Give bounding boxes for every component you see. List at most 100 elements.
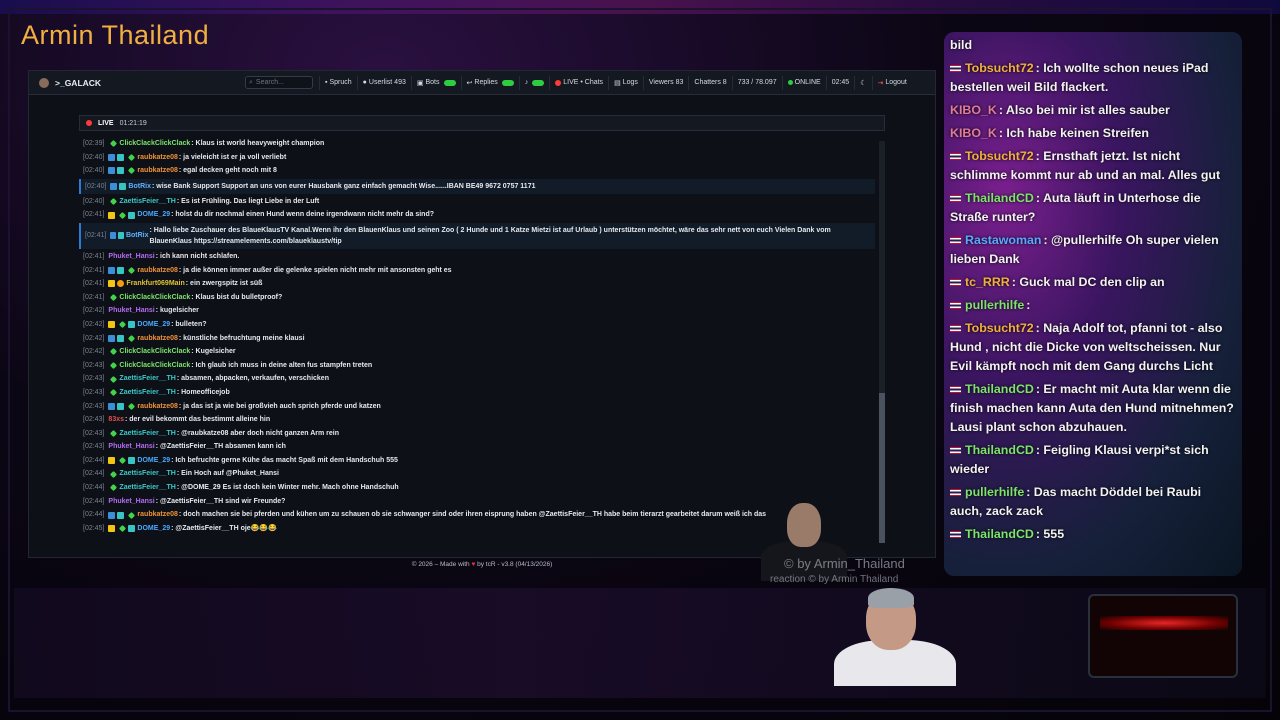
logout-button[interactable]: ⇥ Logout: [871, 75, 912, 90]
message-username[interactable]: ClickClackClickClack: [119, 359, 190, 373]
message-username[interactable]: ZaettisFeier__TH: [119, 386, 175, 400]
green-badge-icon: [128, 153, 136, 161]
nav-bots-toggle[interactable]: ▣ Bots: [410, 75, 461, 90]
message-username[interactable]: ClickClackClickClack: [119, 137, 190, 151]
nav-spruch-button[interactable]: ▪ Spruch: [319, 75, 357, 90]
message-username[interactable]: raubkatze08: [137, 164, 177, 178]
message-username[interactable]: 83xs: [108, 413, 124, 427]
message-timestamp: [02:39]: [83, 140, 105, 147]
avatar[interactable]: [39, 77, 49, 88]
side-chat-username: ThailandCD: [965, 382, 1034, 396]
message-username[interactable]: BotRix: [126, 230, 149, 241]
message-timestamp: [02:40]: [83, 153, 105, 161]
message-username[interactable]: ZaettisFeier__TH: [119, 372, 175, 386]
bot-message-row: [02:41] BotRix: Hallo liebe Zuschauer des…: [79, 222, 875, 249]
message-username[interactable]: Phuket_Hansi: [108, 304, 154, 318]
chat-message-row: [02:41] raubkatze08: ja die können immer …: [79, 264, 875, 278]
nav-viewers: Viewers 83: [642, 75, 689, 90]
teal-badge-icon: [128, 525, 136, 533]
green-badge-icon: [110, 140, 118, 148]
replies-switch[interactable]: [501, 79, 514, 86]
side-chat-overlay: bild Tobsucht72: Ich wollte schon neues i…: [944, 32, 1242, 576]
message-username[interactable]: Frankfurt069Main: [126, 277, 184, 291]
chat-scrollbar[interactable]: [879, 141, 885, 543]
message-username[interactable]: DOME_29: [137, 454, 170, 468]
green-badge-icon: [119, 321, 127, 329]
message-username[interactable]: raubkatze08: [137, 332, 177, 346]
message-username[interactable]: Phuket_Hansi: [108, 495, 154, 509]
chat-message-row: [02:43] ZaettisFeier__TH: Homeofficejob: [79, 386, 875, 400]
chat-message-row: [02:44] ZaettisFeier__TH: @DOME_29 Es ist…: [79, 481, 875, 495]
message-timestamp: [02:43]: [83, 375, 105, 383]
search-input[interactable]: ⌕ Search...: [245, 76, 313, 89]
blue-badge-icon: [108, 153, 116, 161]
webcam-armin: [820, 586, 968, 686]
nav-userlist-button[interactable]: ● Userlist 493: [356, 75, 411, 90]
side-chat-message: Tobsucht72: Naja Adolf tot, pfanni tot -…: [950, 319, 1236, 376]
message-username[interactable]: raubkatze08: [137, 400, 177, 414]
live-label: LIVE: [98, 119, 114, 127]
thai-flag-icon: [950, 195, 961, 203]
nav-replies-toggle[interactable]: ↩ Replies: [460, 75, 519, 90]
bot-message-row: [02:40] BotRix: wise Bank Support Support…: [79, 178, 875, 194]
theme-toggle[interactable]: ☾: [854, 75, 871, 90]
message-text: : wise Bank Support Support an uns von e…: [151, 182, 536, 190]
message-username[interactable]: DOME_29: [137, 318, 170, 332]
watermark-reaction: reaction © by Armin Thailand: [770, 574, 899, 585]
message-username[interactable]: DOME_29: [137, 208, 170, 222]
nav-userlist-label: Userlist 493: [368, 79, 406, 86]
nav-sound-toggle[interactable]: ♪: [518, 75, 550, 90]
thai-flag-icon: [950, 386, 961, 394]
message-text: : @ZaettisFeier__TH absamen kann ich: [155, 443, 286, 451]
message-username[interactable]: Phuket_Hansi: [108, 250, 154, 264]
side-chat-message: ThailandCD: Er macht mit Auta klar wenn …: [950, 380, 1236, 437]
reply-icon: ↩: [466, 79, 473, 87]
message-timestamp: [02:44]: [83, 456, 105, 464]
message-username[interactable]: ZaettisFeier__TH: [119, 427, 175, 441]
bots-switch[interactable]: [443, 79, 456, 86]
chat-message-row: [02:40] ZaettisFeier__TH: Es ist Frühling…: [79, 195, 875, 209]
thai-flag-icon: [950, 325, 961, 333]
message-username[interactable]: ZaettisFeier__TH: [119, 467, 175, 481]
message-username[interactable]: raubkatze08: [137, 151, 177, 165]
message-username[interactable]: DOME_29: [137, 522, 170, 536]
thai-flag-icon: [950, 447, 961, 455]
message-username[interactable]: BotRix: [128, 181, 151, 192]
chat-icon: ▪: [325, 79, 328, 86]
message-username[interactable]: ZaettisFeier__TH: [119, 481, 175, 495]
blue-badge-icon: [108, 266, 116, 274]
nav-online-label: ONLINE: [794, 79, 821, 86]
live-status-bar: LIVE 01:21:19: [79, 115, 885, 131]
nav-brand[interactable]: >_GALACK: [55, 78, 245, 88]
thai-flag-icon: [950, 531, 961, 539]
side-chat-text: : Guck mal DC den clip an: [1011, 275, 1165, 289]
chat-log[interactable]: [02:39] ClickClackClickClack: Klaus ist w…: [79, 137, 875, 545]
message-username[interactable]: raubkatze08: [137, 508, 177, 522]
nav-counter: 733 / 78.097: [731, 75, 782, 90]
webcam-head: [787, 503, 821, 547]
message-username[interactable]: Phuket_Hansi: [108, 440, 154, 454]
message-username[interactable]: raubkatze08: [137, 264, 177, 278]
nav-logs-button[interactable]: ▤ Logs: [608, 75, 643, 90]
side-chat-text: : Ich habe keinen Streifen: [998, 126, 1149, 140]
message-username[interactable]: ZaettisFeier__TH: [119, 195, 175, 209]
thai-flag-icon: [950, 302, 961, 310]
message-text: : Ich glaub ich muss in deine alten fus …: [191, 361, 373, 369]
nav-live-chats-button[interactable]: LIVE • Chats: [549, 75, 608, 90]
teal-badge-icon: [128, 321, 136, 329]
message-text: : ich kann nicht schlafen.: [155, 252, 240, 260]
logs-icon: ▤: [614, 79, 621, 87]
webcam-dark: [1088, 594, 1238, 678]
message-text: : Es ist Frühling. Das liegt Liebe in de…: [176, 197, 320, 205]
side-chat-message: ThailandCD: Feigling Klausi verpi*st sic…: [950, 441, 1236, 479]
message-timestamp: [02:41]: [83, 293, 105, 301]
scroll-thumb[interactable]: [879, 393, 885, 543]
message-username[interactable]: ClickClackClickClack: [119, 291, 190, 305]
message-text: : ja die können immer außer die gelenke …: [178, 266, 452, 274]
chat-message-row: [02:43] 83xs: der evil bekommt das bestim…: [79, 413, 875, 427]
message-timestamp: [02:41]: [83, 252, 105, 260]
side-chat-username: Tobsucht72: [965, 321, 1034, 335]
message-username[interactable]: ClickClackClickClack: [119, 345, 190, 359]
sound-switch[interactable]: [532, 79, 545, 86]
side-chat-username: tc_RRR: [965, 275, 1010, 289]
